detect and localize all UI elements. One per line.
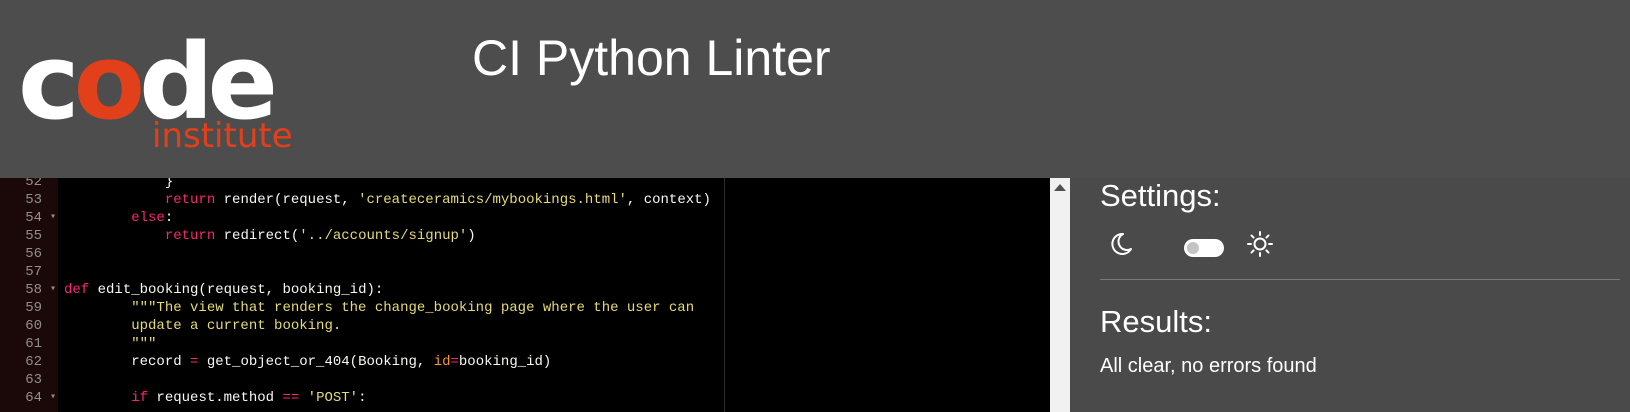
code-token: 'createceramics/mybookings.html' bbox=[358, 192, 627, 208]
code-token: get_object_or_404(Booking, bbox=[198, 354, 434, 370]
code-line[interactable]: record = get_object_or_404(Booking, id=b… bbox=[64, 353, 551, 371]
line-number-text: 52 bbox=[25, 178, 42, 190]
line-number-text: 53 bbox=[25, 192, 42, 208]
results-message: All clear, no errors found bbox=[1100, 355, 1317, 377]
code-line[interactable]: return redirect('../accounts/signup') bbox=[64, 227, 476, 245]
code-token: } bbox=[64, 178, 174, 190]
settings-divider bbox=[1100, 279, 1620, 280]
code-line[interactable]: """The view that renders the change_book… bbox=[64, 299, 694, 317]
code-token: == bbox=[282, 390, 300, 406]
code-token: def bbox=[64, 282, 90, 298]
line-number-text: 57 bbox=[25, 264, 42, 280]
code-token: render(request, bbox=[215, 192, 359, 208]
code-institute-logo: code institute bbox=[18, 30, 298, 158]
code-line[interactable]: """ bbox=[64, 335, 156, 353]
code-line[interactable]: } bbox=[64, 178, 173, 191]
fold-arrow-icon[interactable]: ▾ bbox=[50, 281, 56, 299]
code-token: if bbox=[131, 390, 149, 406]
line-number: 58 ▾ bbox=[0, 281, 58, 299]
code-line[interactable]: update a current booking. bbox=[64, 317, 341, 335]
theme-toggle-row bbox=[1100, 226, 1300, 264]
line-number-text: 56 bbox=[25, 246, 42, 262]
line-number: 61 bbox=[0, 335, 58, 353]
fold-arrow-icon[interactable]: ▾ bbox=[50, 209, 56, 227]
line-number-text: 62 bbox=[25, 354, 42, 370]
line-number: 60 bbox=[0, 317, 58, 335]
code-token: """The view that renders the change_book… bbox=[131, 300, 695, 316]
line-number-text: 58 bbox=[25, 282, 42, 298]
code-line[interactable]: if request.method == 'POST': bbox=[64, 389, 367, 407]
line-number-text: 54 bbox=[25, 210, 42, 226]
moon-icon[interactable] bbox=[1106, 230, 1134, 263]
print-margin bbox=[724, 178, 725, 412]
code-token: edit_booking(request, booking_id): bbox=[89, 282, 384, 298]
page-title: CI Python Linter bbox=[472, 30, 831, 86]
editor-gutter: 52 53 54 ▾ 55 56 57 58 ▾ 59 60 61 62 63 64 ▾ bbox=[0, 178, 58, 412]
code-token: update a current booking. bbox=[131, 318, 342, 334]
fold-arrow-icon[interactable]: ▾ bbox=[50, 389, 56, 407]
code-token: record bbox=[64, 354, 191, 370]
line-number: 55 bbox=[0, 227, 58, 245]
theme-toggle-switch[interactable] bbox=[1184, 239, 1224, 257]
scroll-up-arrow-icon[interactable] bbox=[1054, 184, 1066, 191]
line-number: 56 bbox=[0, 245, 58, 263]
code-token: booking_id) bbox=[458, 354, 552, 370]
code-token: = bbox=[450, 354, 459, 370]
logo-subtitle: institute bbox=[152, 116, 293, 156]
editor-scrollbar[interactable] bbox=[1050, 178, 1070, 412]
line-number: 53 bbox=[0, 191, 58, 209]
line-number-text: 63 bbox=[25, 372, 42, 388]
code-token: redirect( bbox=[215, 228, 300, 244]
code-token: ) bbox=[467, 228, 476, 244]
code-token: : bbox=[358, 390, 367, 406]
side-panel: Settings: Results: All clear, no errors … bbox=[1070, 178, 1630, 412]
code-token: 'POST' bbox=[307, 390, 359, 406]
code-token: id bbox=[433, 354, 451, 370]
code-token: return bbox=[164, 228, 216, 244]
line-number-text: 55 bbox=[25, 228, 42, 244]
code-token: request.method bbox=[148, 390, 283, 406]
settings-heading: Settings: bbox=[1100, 178, 1221, 213]
line-number: 64 ▾ bbox=[0, 389, 58, 407]
line-number: 54 ▾ bbox=[0, 209, 58, 227]
line-number: 62 bbox=[0, 353, 58, 371]
code-line[interactable]: else: bbox=[64, 209, 173, 227]
results-heading: Results: bbox=[1100, 304, 1212, 339]
line-number-text: 64 bbox=[25, 390, 42, 406]
code-line[interactable]: return render(request, 'createceramics/m… bbox=[64, 191, 711, 209]
line-number-text: 60 bbox=[25, 318, 42, 334]
line-number-text: 61 bbox=[25, 336, 42, 352]
line-number: 63 bbox=[0, 371, 58, 389]
line-number: 52 bbox=[0, 178, 58, 191]
code-editor[interactable]: 52 53 54 ▾ 55 56 57 58 ▾ 59 60 61 62 63 64 ▾ } return r… bbox=[0, 178, 1050, 412]
code-line[interactable]: def edit_booking(request, booking_id): bbox=[64, 281, 383, 299]
code-token: """ bbox=[131, 336, 157, 352]
code-token: else bbox=[131, 210, 165, 226]
sun-icon[interactable] bbox=[1246, 230, 1274, 263]
code-token: '../accounts/signup' bbox=[299, 228, 468, 244]
code-token: : bbox=[164, 210, 174, 226]
code-token: , context) bbox=[626, 192, 711, 208]
code-token: return bbox=[164, 192, 216, 208]
line-number-text: 59 bbox=[25, 300, 42, 316]
toggle-knob bbox=[1187, 242, 1199, 254]
header: code institute CI Python Linter bbox=[0, 0, 1630, 178]
line-number: 59 bbox=[0, 299, 58, 317]
line-number: 57 bbox=[0, 263, 58, 281]
